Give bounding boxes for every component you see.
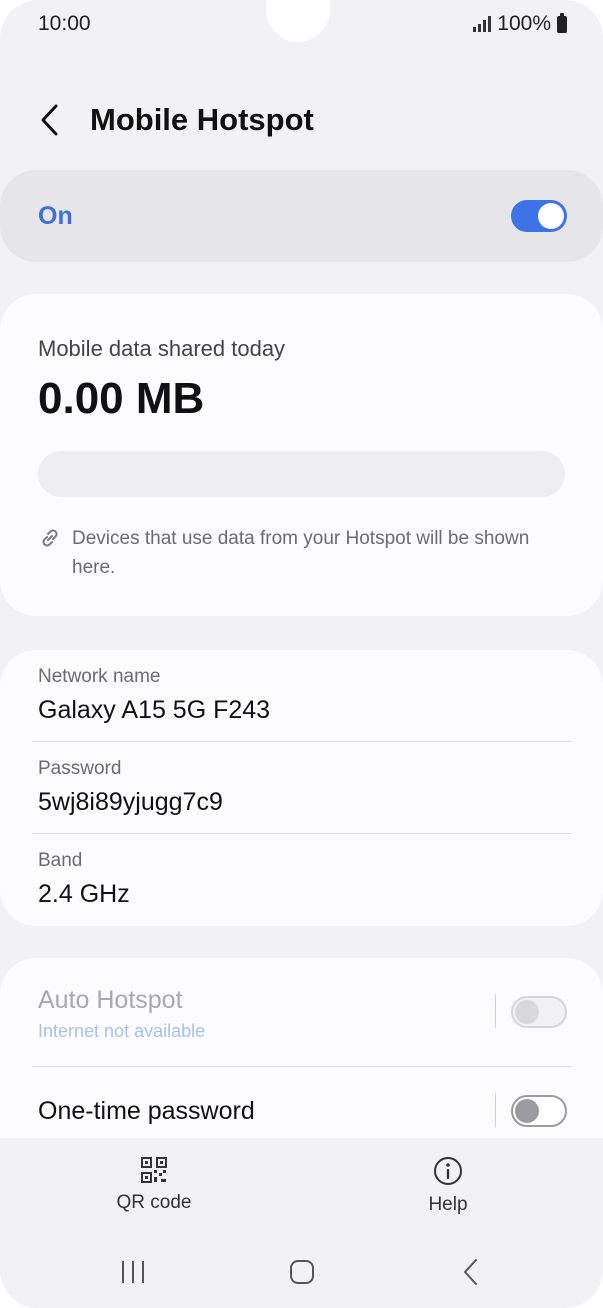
link-icon	[42, 529, 58, 547]
bottom-action-bar: QR code Help	[0, 1138, 603, 1228]
status-time: 10:00	[38, 12, 91, 35]
master-switch[interactable]	[511, 200, 567, 232]
info-icon	[434, 1157, 462, 1185]
one-time-password-title: One-time password	[38, 1097, 255, 1125]
auto-hotspot-switch	[511, 996, 567, 1028]
usage-note: Devices that use data from your Hotspot …	[38, 524, 538, 582]
status-bar: 10:00 100%	[0, 0, 603, 50]
battery-icon	[557, 12, 567, 33]
signal-icon	[473, 16, 492, 32]
battery-percent: 100%	[497, 12, 551, 35]
recents-icon	[122, 1261, 144, 1283]
qr-code-label: QR code	[116, 1192, 192, 1213]
master-toggle-row[interactable]: On	[0, 170, 603, 262]
chevron-left-icon	[41, 104, 58, 136]
network-name-value: Galaxy A15 5G F243	[38, 696, 271, 724]
screen: 10:00 100% Mobile Hotspot On Mobile data…	[0, 0, 603, 1308]
back-button[interactable]	[28, 98, 72, 142]
app-header: Mobile Hotspot	[0, 92, 603, 152]
band-label: Band	[38, 850, 83, 871]
switch-knob	[515, 1099, 539, 1123]
password-row[interactable]: Password 5wj8i89yjugg7c9	[38, 758, 558, 817]
master-toggle-label: On	[38, 202, 73, 230]
password-value: 5wj8i89yjugg7c9	[38, 788, 223, 816]
usage-bar	[38, 451, 565, 497]
toggles-card: Auto Hotspot Internet not available One-…	[0, 958, 603, 1148]
home-button[interactable]	[272, 1252, 332, 1292]
password-label: Password	[38, 758, 122, 779]
camera-notch	[266, 0, 330, 42]
auto-hotspot-subtitle: Internet not available	[38, 1021, 206, 1041]
home-icon	[290, 1260, 314, 1284]
one-time-password-row[interactable]: One-time password	[0, 1067, 603, 1147]
auto-hotspot-row: Auto Hotspot Internet not available	[0, 958, 603, 1066]
nav-back-icon	[464, 1259, 477, 1285]
help-button[interactable]: Help	[398, 1156, 498, 1216]
qr-code-icon	[141, 1157, 167, 1183]
network-name-label: Network name	[38, 666, 161, 687]
help-label: Help	[428, 1194, 468, 1215]
network-name-row[interactable]: Network name Galaxy A15 5G F243	[38, 666, 558, 725]
usage-value: 0.00 MB	[38, 374, 205, 423]
separator	[495, 994, 496, 1028]
band-value: 2.4 GHz	[38, 880, 130, 908]
nav-back-button[interactable]	[441, 1252, 501, 1292]
separator	[495, 1093, 496, 1127]
qr-code-button[interactable]: QR code	[104, 1156, 204, 1214]
switch-knob	[538, 203, 564, 229]
usage-label: Mobile data shared today	[38, 336, 286, 361]
usage-card: Mobile data shared today 0.00 MB Devices…	[0, 294, 603, 616]
usage-note-text: Devices that use data from your Hotspot …	[72, 528, 530, 578]
switch-knob	[515, 1000, 539, 1024]
band-row[interactable]: Band 2.4 GHz	[38, 850, 558, 909]
network-info-card: Network name Galaxy A15 5G F243 Password…	[0, 650, 603, 926]
page-title: Mobile Hotspot	[90, 102, 314, 137]
one-time-password-switch[interactable]	[511, 1095, 567, 1127]
system-nav-bar	[0, 1236, 603, 1308]
divider	[32, 833, 572, 834]
recents-button[interactable]	[103, 1252, 163, 1292]
divider	[32, 741, 572, 742]
auto-hotspot-title: Auto Hotspot	[38, 986, 183, 1014]
status-icons: 100%	[473, 12, 567, 36]
